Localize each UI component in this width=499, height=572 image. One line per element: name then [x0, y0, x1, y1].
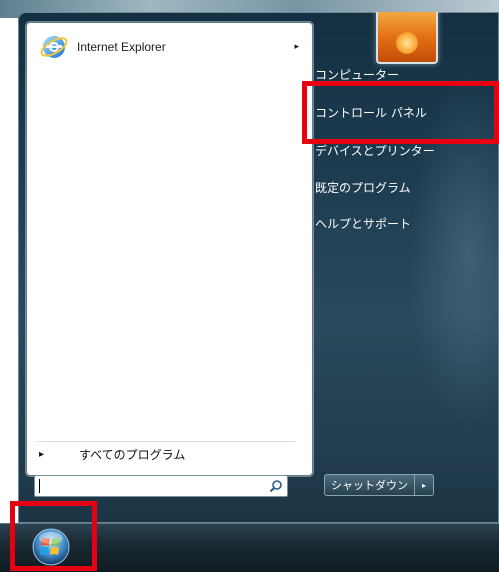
- all-programs-arrow-icon: ▸: [39, 448, 45, 460]
- shutdown-button[interactable]: シャットダウン: [324, 474, 415, 496]
- internet-explorer-item[interactable]: Internet Explorer ▸: [33, 29, 305, 65]
- internet-explorer-icon: [39, 32, 69, 62]
- right-item-default-programs[interactable]: 既定のプログラム: [315, 176, 495, 198]
- submenu-arrow-icon[interactable]: ▸: [294, 42, 299, 52]
- internet-explorer-label: Internet Explorer: [77, 40, 166, 54]
- shutdown-options-arrow-icon[interactable]: ▸: [415, 474, 434, 496]
- all-programs-button[interactable]: ▸ すべてのプログラム: [37, 441, 295, 466]
- all-programs-label: すべてのプログラム: [79, 447, 186, 462]
- shutdown-control: シャットダウン ▸: [324, 474, 434, 496]
- highlight-control-panel: [302, 81, 499, 144]
- search-input[interactable]: [34, 475, 288, 497]
- highlight-start-button: [10, 501, 97, 571]
- programs-pane: Internet Explorer ▸ ▸ すべてのプログラム: [26, 22, 313, 476]
- search-icon[interactable]: [269, 478, 283, 493]
- right-item-help-and-support[interactable]: ヘルプとサポート: [315, 212, 495, 234]
- user-picture[interactable]: [376, 12, 438, 64]
- text-cursor: [39, 479, 40, 493]
